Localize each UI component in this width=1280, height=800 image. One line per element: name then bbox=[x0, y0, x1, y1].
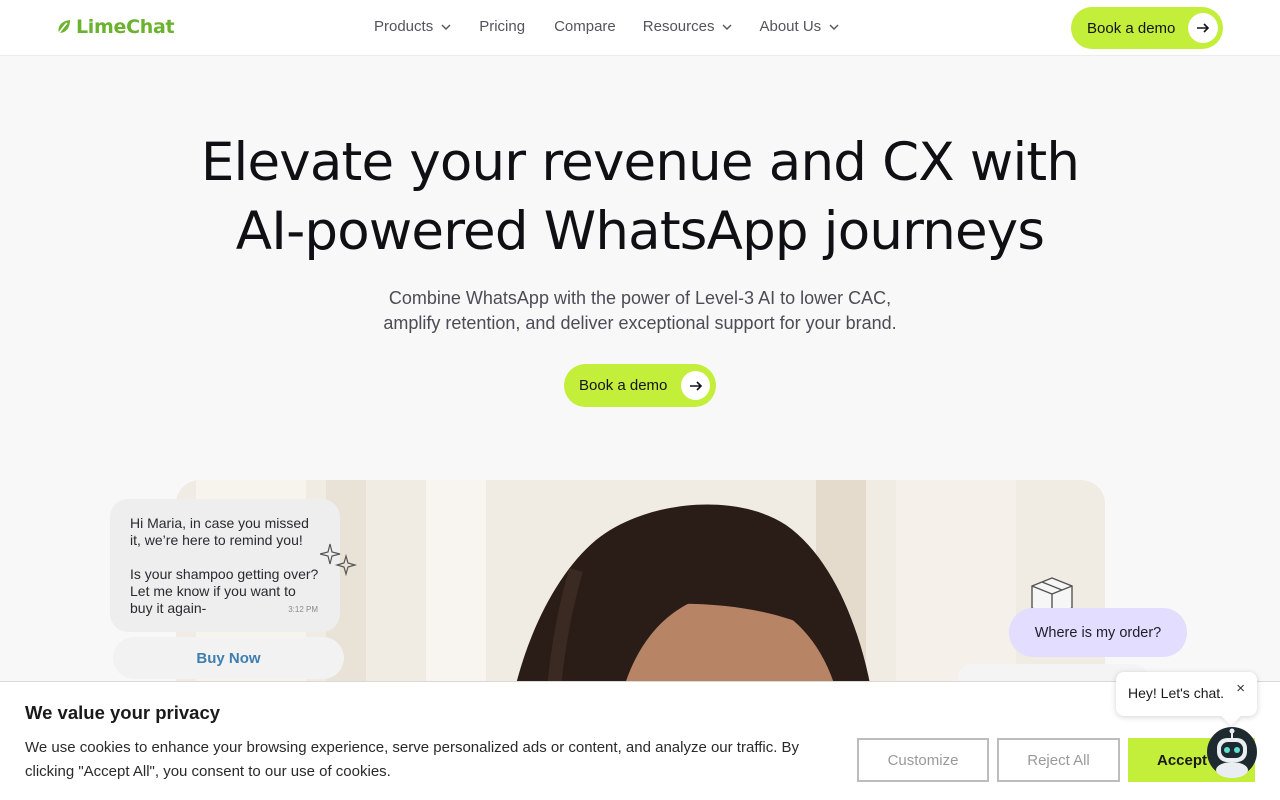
nav-item-label: About Us bbox=[759, 18, 822, 35]
hero-book-demo-button[interactable]: Book a demo bbox=[564, 364, 716, 407]
hero-subtitle-line: Combine WhatsApp with the power of Level… bbox=[388, 288, 892, 308]
reject-all-button[interactable]: Reject All bbox=[997, 738, 1120, 782]
cookie-banner: We value your privacy We use cookies to … bbox=[0, 681, 1280, 800]
logo[interactable]: LimeChat bbox=[56, 16, 175, 38]
nav-item-label: Pricing bbox=[479, 18, 526, 35]
order-question-bubble: Where is my order? bbox=[1009, 608, 1187, 657]
chat-greeting-popup[interactable]: Hey! Let's chat. × bbox=[1116, 672, 1257, 716]
customize-button[interactable]: Customize bbox=[857, 738, 989, 782]
cookie-title: We value your privacy bbox=[25, 702, 221, 723]
chat-greeting-text: Hey! Let's chat. bbox=[1128, 685, 1225, 701]
nav-item-label: Compare bbox=[554, 18, 616, 35]
cookie-text: We use cookies to enhance your browsing … bbox=[25, 739, 800, 780]
message-timestamp: 3:12 PM bbox=[288, 605, 318, 614]
nav-links: Products Pricing Compare Resources About… bbox=[374, 18, 867, 35]
message-text: Hi Maria, in case you missed it, we’re h… bbox=[130, 515, 309, 548]
hero-title-line: AI-powered WhatsApp journeys bbox=[235, 201, 1045, 262]
nav-item-label: Products bbox=[374, 18, 434, 35]
sparkle-icon bbox=[320, 543, 358, 576]
hero-subtitle-line: amplify retention, and deliver exception… bbox=[383, 313, 897, 333]
book-demo-label: Book a demo bbox=[1087, 19, 1176, 37]
buy-now-button[interactable]: Buy Now bbox=[113, 637, 344, 679]
nav-item-products[interactable]: Products bbox=[374, 18, 451, 35]
nav-item-label: Resources bbox=[642, 18, 715, 35]
arrow-right-icon bbox=[681, 371, 710, 400]
book-demo-button[interactable]: Book a demo bbox=[1071, 7, 1223, 49]
leaf-icon bbox=[58, 20, 70, 34]
hero-book-demo-label: Book a demo bbox=[579, 377, 668, 394]
hero-subtitle: Combine WhatsApp with the power of Level… bbox=[0, 286, 1280, 336]
chevron-down-icon bbox=[441, 24, 451, 30]
chevron-down-icon bbox=[722, 24, 732, 30]
hero-title: Elevate your revenue and CX with AI-powe… bbox=[0, 128, 1280, 266]
chatbot-launcher-icon[interactable] bbox=[1206, 726, 1258, 778]
top-nav: LimeChat Products Pricing Compare Resour… bbox=[0, 0, 1280, 56]
nav-item-pricing[interactable]: Pricing bbox=[479, 18, 525, 35]
nav-item-compare[interactable]: Compare bbox=[554, 18, 616, 35]
arrow-right-icon bbox=[1188, 13, 1218, 43]
chevron-down-icon bbox=[829, 24, 839, 30]
hero-title-line: Elevate your revenue and CX with bbox=[200, 132, 1080, 193]
nav-item-resources[interactable]: Resources bbox=[643, 18, 733, 35]
reminder-message-bubble: Hi Maria, in case you missed it, we’re h… bbox=[110, 499, 340, 632]
nav-item-about-us[interactable]: About Us bbox=[759, 18, 839, 35]
logo-text: LimeChat bbox=[76, 16, 175, 38]
close-icon[interactable]: × bbox=[1236, 680, 1245, 697]
